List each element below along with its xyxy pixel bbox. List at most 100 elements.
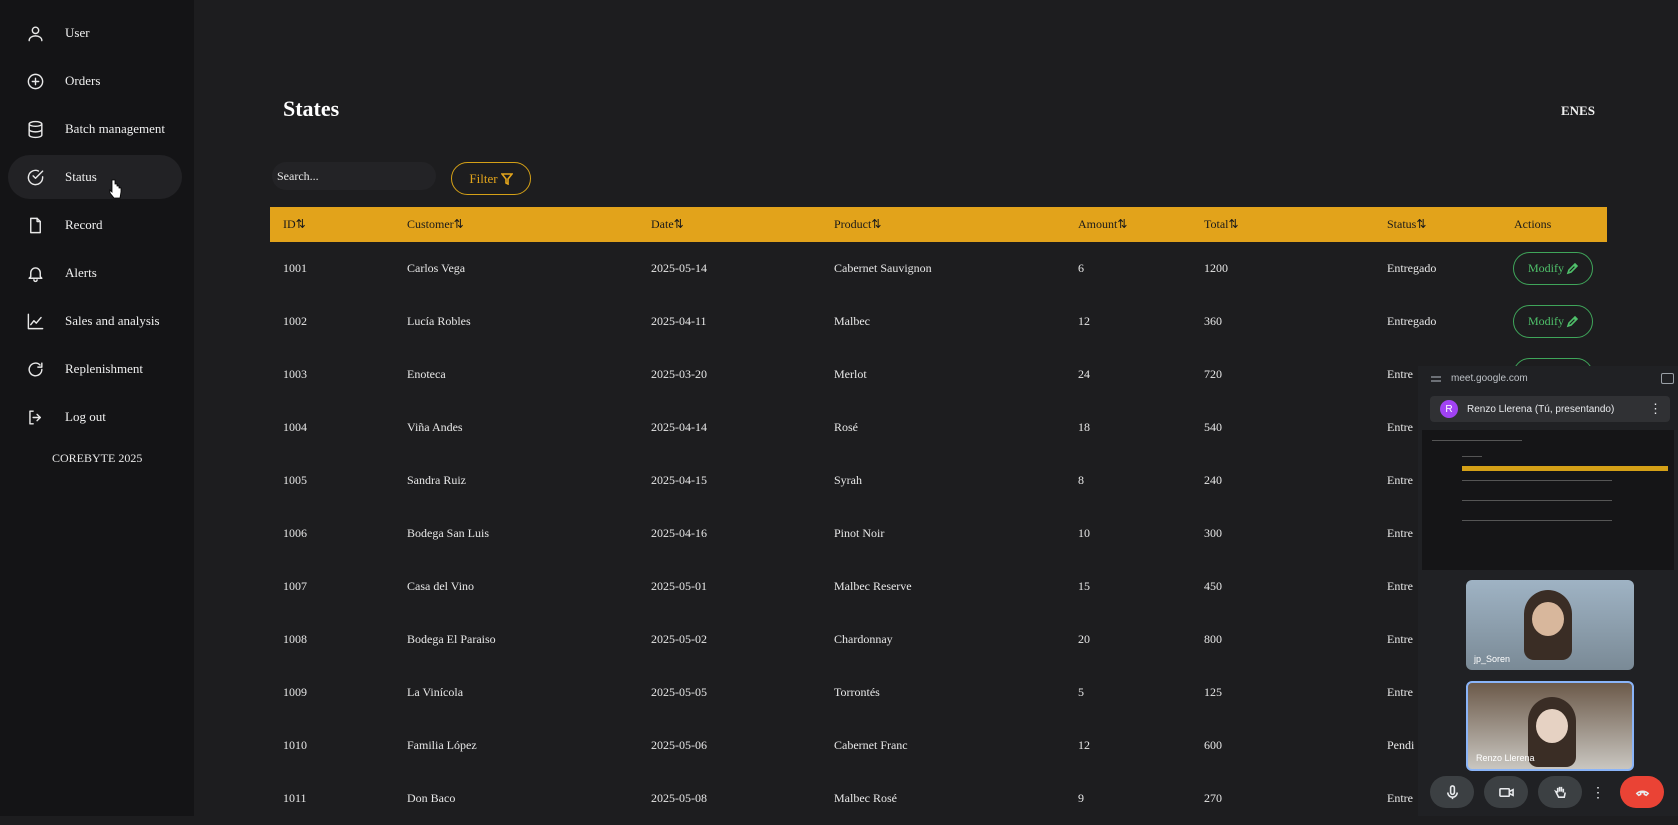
camera-icon	[1498, 787, 1514, 797]
filter-label: Filter	[469, 170, 498, 186]
sidebar-item-status[interactable]: Status	[8, 155, 182, 199]
modify-button[interactable]: Modify	[1513, 252, 1593, 285]
sidebar-item-user[interactable]: User	[8, 11, 182, 55]
sidebar-item-alerts[interactable]: Alerts	[8, 251, 182, 295]
cell-date: 2025-03-20	[651, 367, 707, 381]
raise-hand-button[interactable]	[1538, 776, 1582, 808]
microphone-button[interactable]	[1430, 776, 1474, 808]
column-header-status[interactable]: Status⇅	[1387, 207, 1426, 242]
cell-amount: 8	[1078, 473, 1084, 487]
cell-id: 1006	[283, 526, 307, 540]
cell-status: Entre	[1387, 685, 1413, 699]
chart-line-icon	[25, 311, 45, 331]
call-controls: ⋮	[1430, 776, 1678, 808]
cell-date: 2025-05-05	[651, 685, 707, 699]
sidebar-item-sales-and-analysis[interactable]: Sales and analysis	[8, 299, 182, 343]
hand-icon	[1553, 786, 1566, 798]
cell-product: Torrontés	[834, 685, 880, 699]
cell-product: Rosé	[834, 420, 858, 434]
cell-product: Malbec Reserve	[834, 579, 912, 593]
sidebar-item-batch-management[interactable]: Batch management	[8, 107, 182, 151]
sidebar: User Orders Batch management Status Reco…	[0, 0, 194, 816]
sidebar-item-orders[interactable]: Orders	[8, 59, 182, 103]
table-row: 1001 Carlos Vega 2025-05-14 Cabernet Sauvig…	[270, 242, 1607, 295]
modify-label: Modify	[1528, 261, 1564, 275]
table-header: ID⇅ Customer⇅ Date⇅ Product⇅ Amount⇅ Tot…	[270, 207, 1607, 242]
leave-call-button[interactable]	[1620, 776, 1664, 808]
sidebar-item-label: User	[65, 25, 90, 40]
more-options-icon[interactable]: ⋮	[1649, 401, 1662, 417]
cell-customer: Lucía Robles	[407, 314, 471, 328]
cell-product: Cabernet Sauvignon	[834, 261, 932, 275]
cell-id: 1003	[283, 367, 307, 381]
participant-tile[interactable]: jp_Soren	[1466, 580, 1634, 670]
cell-customer: Sandra Ruiz	[407, 473, 466, 487]
check-circle-icon	[25, 167, 45, 187]
cell-status: Entre	[1387, 791, 1413, 805]
modify-label: Modify	[1528, 314, 1564, 328]
cell-status: Entregado	[1387, 314, 1437, 328]
pencil-icon	[1566, 315, 1578, 327]
cell-status: Entre	[1387, 420, 1413, 434]
table-row: 1009 La Vinícola 2025-05-05 Torrontés 5 125 En…	[270, 666, 1607, 719]
cell-status: Entre	[1387, 473, 1413, 487]
cell-id: 1009	[283, 685, 307, 699]
search-input[interactable]	[272, 162, 436, 190]
sidebar-item-record[interactable]: Record	[8, 203, 182, 247]
cell-total: 300	[1204, 526, 1222, 540]
table-row: 1006 Bodega San Luis 2025-04-16 Pinot Noir 1…	[270, 507, 1607, 560]
cell-product: Cabernet Franc	[834, 738, 908, 752]
column-header-total[interactable]: Total⇅	[1204, 207, 1239, 242]
column-header-customer[interactable]: Customer⇅	[407, 207, 464, 242]
cell-customer: Don Baco	[407, 791, 456, 805]
open-tab-icon[interactable]	[1661, 373, 1674, 384]
cell-status: Entre	[1387, 367, 1413, 381]
cell-amount: 6	[1078, 261, 1084, 275]
cell-date: 2025-05-06	[651, 738, 707, 752]
filter-button[interactable]: Filter	[451, 162, 531, 195]
table-row: 1002 Lucía Robles 2025-04-11 Malbec 12 360 Ent…	[270, 295, 1607, 348]
cell-total: 240	[1204, 473, 1222, 487]
cell-id: 1011	[283, 791, 307, 805]
cell-product: Pinot Noir	[834, 526, 885, 540]
sidebar-item-log-out[interactable]: Log out	[8, 395, 182, 439]
cell-id: 1005	[283, 473, 307, 487]
logout-icon	[25, 407, 45, 427]
table-row: 1011 Don Baco 2025-05-08 Malbec Rosé 9 270 Ent…	[270, 772, 1607, 825]
sidebar-item-label: Alerts	[65, 265, 97, 280]
table-row: 1010 Familia López 2025-05-06 Cabernet Fran…	[270, 719, 1607, 772]
cell-id: 1001	[283, 261, 307, 275]
cell-date: 2025-05-02	[651, 632, 707, 646]
cell-total: 360	[1204, 314, 1222, 328]
sidebar-item-replenishment[interactable]: Replenishment	[8, 347, 182, 391]
table-row: 1003Enoteca2025-03-20Merlot24720EntreMod…	[270, 348, 1607, 401]
sidebar-item-label: Orders	[65, 73, 101, 88]
more-options-button[interactable]: ⋮	[1586, 776, 1610, 808]
cell-date: 2025-04-11	[651, 314, 707, 328]
cell-amount: 18	[1078, 420, 1090, 434]
column-header-product[interactable]: Product⇅	[834, 207, 881, 242]
cell-id: 1010	[283, 738, 307, 752]
cell-id: 1002	[283, 314, 307, 328]
refresh-icon	[25, 359, 45, 379]
cell-product: Merlot	[834, 367, 867, 381]
column-header-date[interactable]: Date⇅	[651, 207, 684, 242]
presenter-bar[interactable]: R Renzo Llerena (Tú, presentando) ⋮	[1430, 396, 1670, 422]
participant-tile-self[interactable]: Renzo Llerena	[1466, 681, 1634, 771]
cell-total: 270	[1204, 791, 1222, 805]
language-switch[interactable]: ENES	[1561, 103, 1595, 119]
cell-date: 2025-04-14	[651, 420, 707, 434]
user-icon	[25, 23, 45, 43]
column-header-amount[interactable]: Amount⇅	[1078, 207, 1127, 242]
site-settings-icon[interactable]	[1431, 375, 1441, 383]
more-vert-icon: ⋮	[1591, 783, 1605, 800]
modify-button[interactable]: Modify	[1513, 305, 1593, 338]
sidebar-item-label: Log out	[65, 409, 106, 424]
screen-share-preview[interactable]	[1422, 430, 1674, 570]
column-header-id[interactable]: ID⇅	[283, 207, 306, 242]
table-body: 1001 Carlos Vega 2025-05-14 Cabernet Sauvig…	[270, 242, 1607, 825]
participant-name: Renzo Llerena	[1476, 753, 1535, 763]
cell-amount: 20	[1078, 632, 1090, 646]
table-row: 1008 Bodega El Paraiso 2025-05-02 Chardonna…	[270, 613, 1607, 666]
camera-button[interactable]	[1484, 776, 1528, 808]
